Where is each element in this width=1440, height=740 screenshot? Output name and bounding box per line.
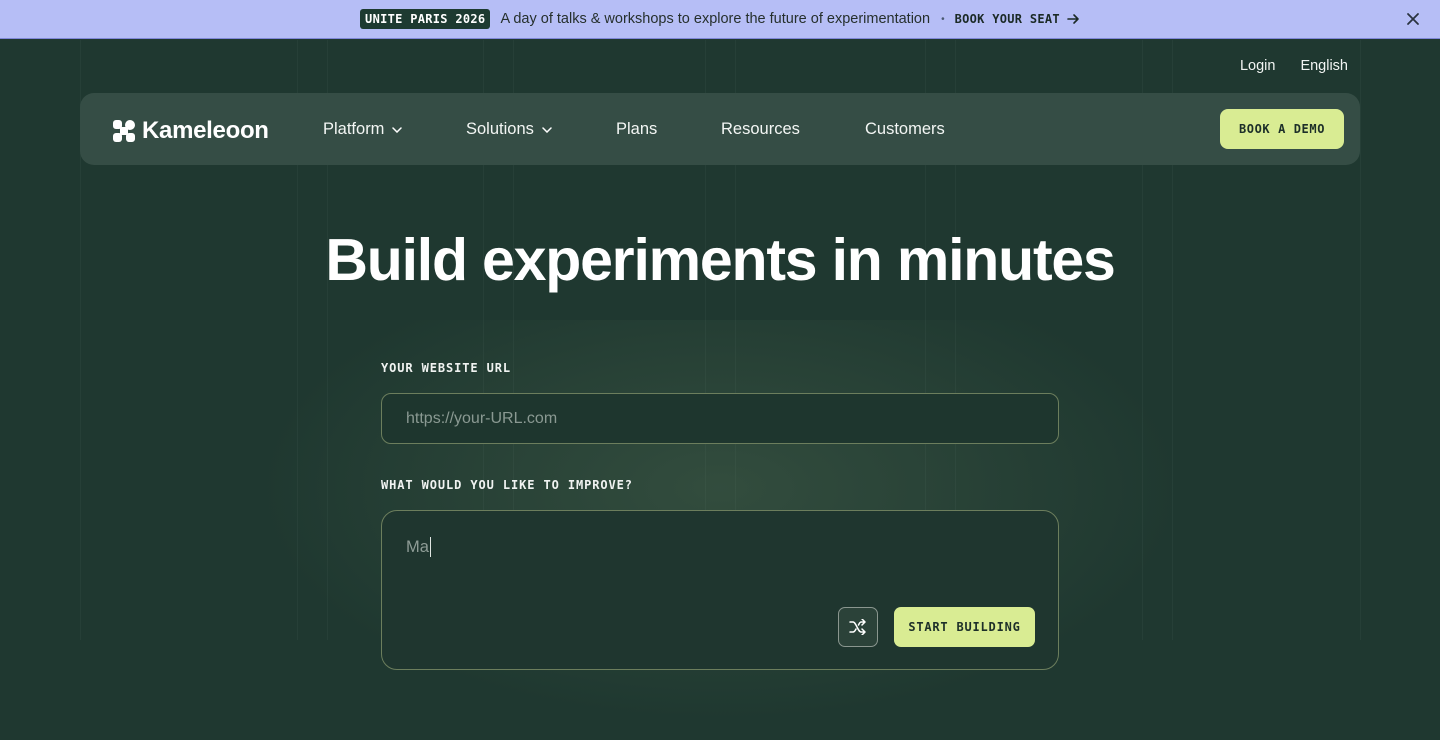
book-seat-link[interactable]: BOOK YOUR SEAT <box>955 12 1080 26</box>
arrow-right-icon <box>1067 14 1079 24</box>
chevron-down-icon <box>542 126 552 133</box>
event-tag: UNITE PARIS 2026 <box>360 9 491 29</box>
improve-label: WHAT WOULD YOU LIKE TO IMPROVE? <box>381 478 633 492</box>
main-navigation: Kameleoon Platform Solutions Plans Resou… <box>80 93 1360 165</box>
nav-solutions-label: Solutions <box>466 120 534 138</box>
start-building-button[interactable]: START BUILDING <box>894 607 1035 647</box>
announcement-bar: UNITE PARIS 2026 A day of talks & worksh… <box>0 0 1440 39</box>
hero-title: Build experiments in minutes <box>325 227 1115 293</box>
book-demo-button[interactable]: BOOK A DEMO <box>1220 109 1344 149</box>
improve-textarea[interactable]: Ma START BUILDING <box>381 510 1059 670</box>
shuffle-button[interactable] <box>838 607 878 647</box>
nav-plans[interactable]: Plans <box>616 120 657 139</box>
login-link[interactable]: Login <box>1240 58 1275 74</box>
nav-customers[interactable]: Customers <box>865 120 945 139</box>
improve-typed-value: Ma <box>406 537 429 556</box>
chevron-down-icon <box>392 126 403 133</box>
announcement-message: A day of talks & workshops to explore th… <box>500 11 931 27</box>
book-seat-label: BOOK YOUR SEAT <box>954 12 1060 26</box>
kameleoon-logo[interactable]: Kameleoon <box>112 117 269 145</box>
nav-solutions[interactable]: Solutions <box>466 120 552 139</box>
nav-platform-label: Platform <box>323 120 385 138</box>
nav-customers-label: Customers <box>865 120 945 138</box>
separator-dot: • <box>941 13 945 25</box>
nav-plans-label: Plans <box>616 120 658 138</box>
logo-text: Kameleoon <box>142 117 269 144</box>
kameleoon-logo-icon <box>113 120 135 142</box>
website-url-label: YOUR WEBSITE URL <box>381 361 511 375</box>
text-caret <box>429 537 432 557</box>
close-icon[interactable] <box>1404 10 1422 28</box>
nav-resources-label: Resources <box>721 120 800 138</box>
improve-text: Ma <box>406 537 432 557</box>
shuffle-icon <box>849 619 866 635</box>
language-selector[interactable]: English <box>1300 58 1348 74</box>
nav-resources[interactable]: Resources <box>721 120 800 139</box>
website-url-input[interactable] <box>381 393 1059 444</box>
utility-links: Login English <box>1240 58 1348 74</box>
nav-platform[interactable]: Platform <box>323 120 403 139</box>
